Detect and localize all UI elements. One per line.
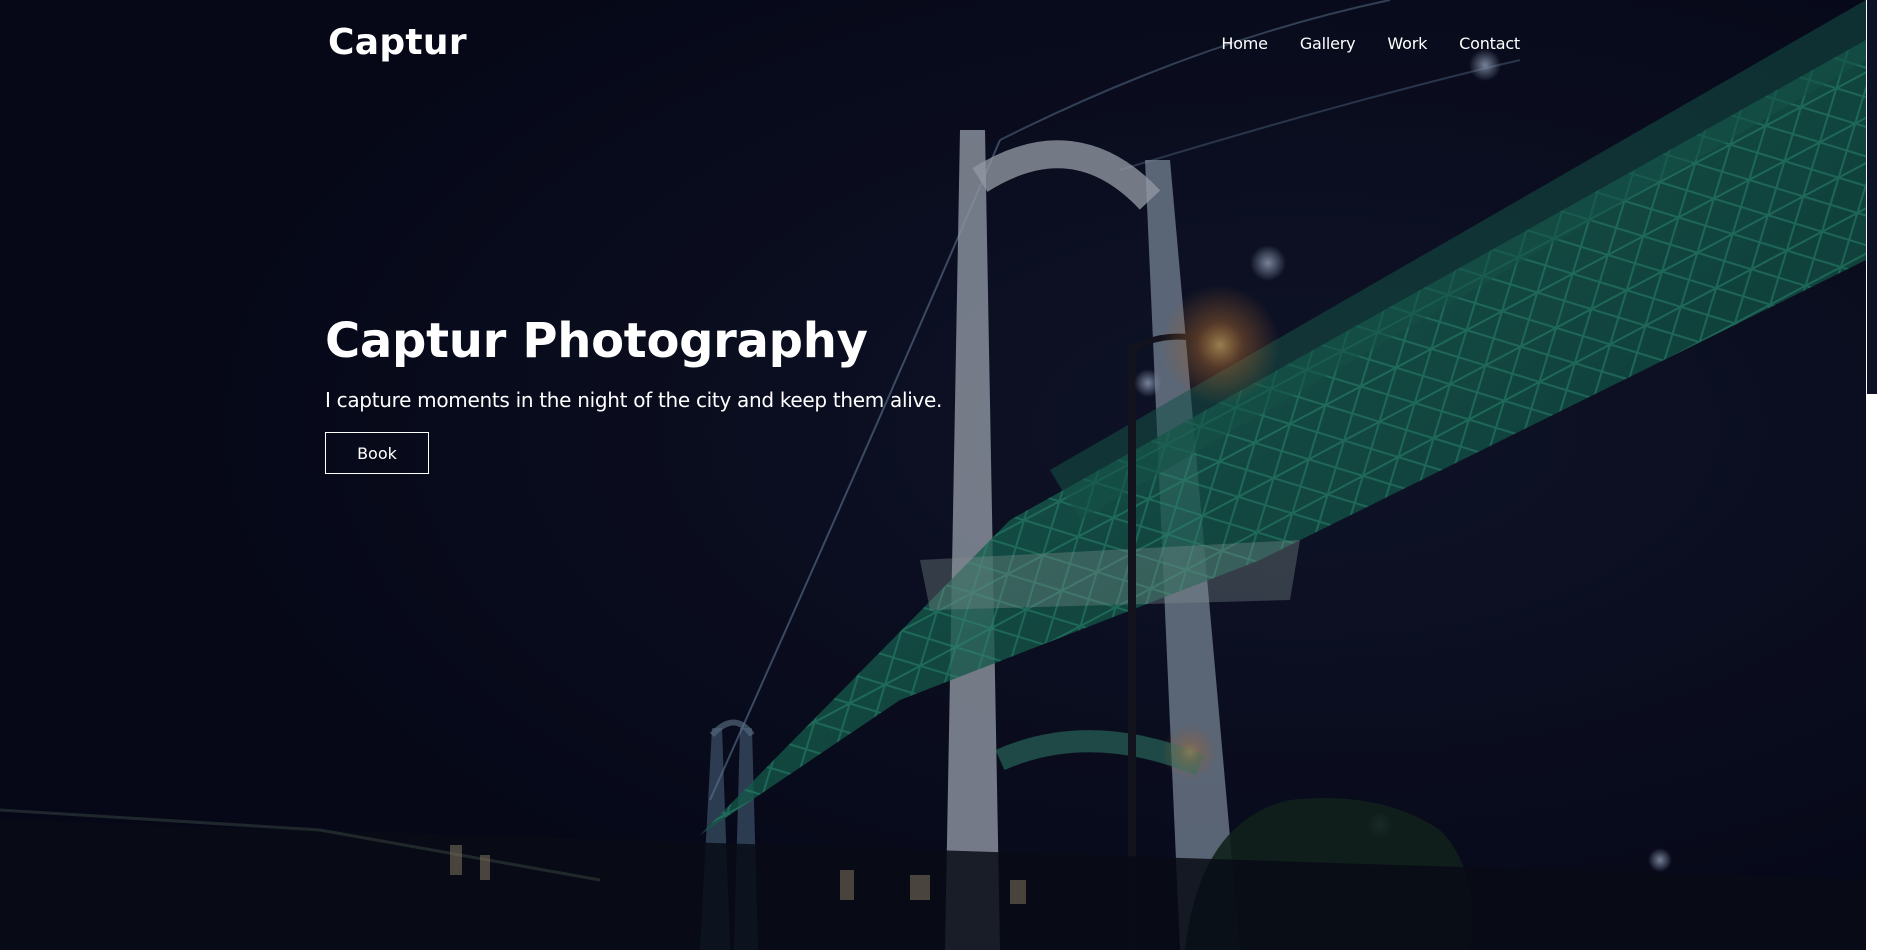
hero-title: Captur Photography: [325, 313, 868, 369]
nav-link-home[interactable]: Home: [1221, 34, 1268, 53]
nav-link-work[interactable]: Work: [1387, 34, 1427, 53]
scrollbar-thumb[interactable]: [1867, 0, 1877, 394]
book-button[interactable]: Book: [325, 432, 429, 474]
hero-dark-overlay: [0, 0, 1866, 950]
hero-content: Captur Photography I capture moments in …: [325, 312, 942, 474]
hero-subtitle: I capture moments in the night of the ci…: [325, 388, 943, 412]
navbar: Captur Home Gallery Work Contact: [0, 0, 1866, 90]
brand-logo[interactable]: Captur: [328, 22, 467, 63]
browser-viewport: Captur Home Gallery Work Contact Captur …: [0, 0, 1877, 950]
nav-link-gallery[interactable]: Gallery: [1300, 34, 1356, 53]
hero-section: Captur Home Gallery Work Contact Captur …: [0, 0, 1866, 950]
nav-link-contact[interactable]: Contact: [1459, 34, 1520, 53]
nav-links: Home Gallery Work Contact: [1221, 34, 1520, 53]
page-scrollbar[interactable]: [1866, 0, 1877, 950]
